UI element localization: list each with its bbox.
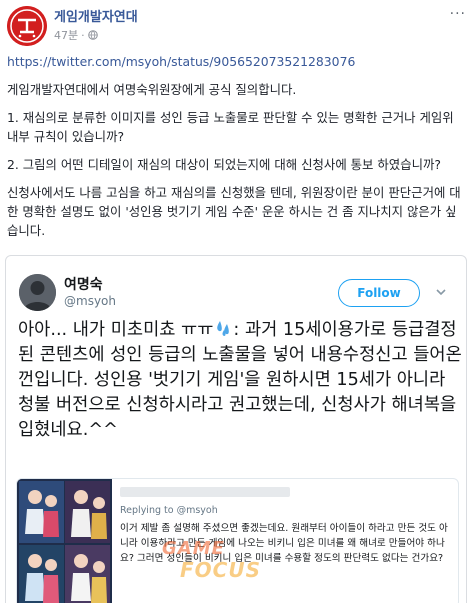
post-body: https://twitter.com/msyoh/status/9056520… [7, 52, 465, 240]
watermark-logo: GAME FOCUS [162, 538, 322, 588]
globe-icon [87, 30, 98, 40]
watermark-line-2: FOCUS [180, 558, 261, 582]
post-header: 게임개발자연대 47분 · ··· [0, 0, 474, 50]
post-paragraph-4: 신청사에서도 나름 고심을 하고 재심의를 신청했을 텐데, 위원장이란 분이 … [7, 185, 461, 238]
tweet-link[interactable]: https://twitter.com/msyoh/status/9056520… [7, 54, 355, 69]
meta-separator: · [81, 28, 85, 42]
user-photo-icon [19, 274, 56, 311]
page-avatar[interactable] [7, 6, 47, 46]
more-options-icon[interactable]: ··· [450, 6, 466, 22]
page-name[interactable]: 게임개발자연대 [54, 6, 138, 25]
post-paragraph-2: 1. 재심의로 분류한 이미지를 성인 등급 노출물로 판단할 수 있는 명확한… [7, 110, 454, 144]
post-paragraph-3: 2. 그림의 어떤 디테일이 재심의 대상이 되었는지에 대해 신청사에 통보 … [7, 157, 441, 172]
tweet-text: 아아... 내가 미초미쵸 ㅠㅠ: 과거 15세이용가로 등급결정된 콘텐츠에 … [18, 318, 463, 443]
quoted-replying-to[interactable]: Replying to @msyoh [120, 505, 218, 516]
quoted-tweet-image[interactable] [17, 479, 112, 603]
post-paragraph-1: 게임개발자연대에서 여명숙위원장에게 공식 질의합니다. [7, 82, 297, 97]
post-meta: 47분 · [54, 27, 98, 43]
sweat-droplets-icon [217, 321, 230, 336]
post-time[interactable]: 47분 [54, 27, 78, 43]
page-logo-icon [7, 6, 47, 46]
quoted-author-redacted [120, 487, 290, 497]
game-characters-image-icon [17, 479, 112, 603]
tweet-author-name[interactable]: 여명숙 [64, 274, 103, 294]
tweet-text-start: 아아... 내가 미초미쵸 ㅠㅠ [18, 320, 214, 340]
chevron-down-icon[interactable] [435, 286, 447, 298]
tweet-author-handle[interactable]: @msyoh [64, 294, 116, 308]
watermark-line-1: GAME [162, 538, 225, 559]
follow-button[interactable]: Follow [338, 279, 420, 307]
tweet-avatar[interactable] [19, 274, 56, 311]
